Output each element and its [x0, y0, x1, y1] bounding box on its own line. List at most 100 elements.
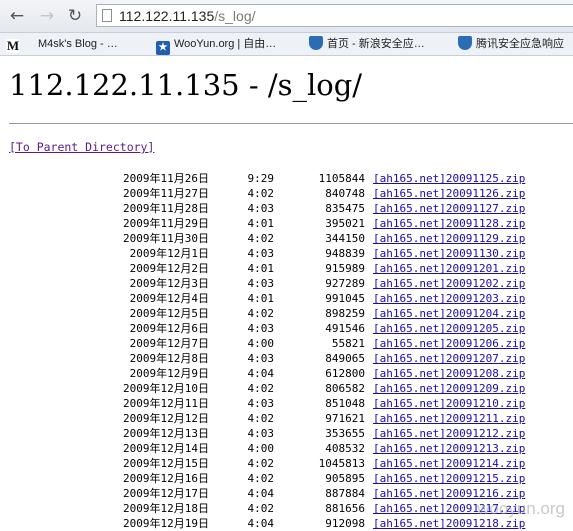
file-link[interactable]: [ah165.net]20091129.zip: [373, 231, 525, 246]
shield-icon: [458, 36, 472, 50]
file-link[interactable]: [ah165.net]20091211.zip: [373, 411, 525, 426]
file-size: 1105844: [318, 172, 365, 185]
file-link[interactable]: [ah165.net]20091125.zip: [373, 171, 525, 186]
file-row: 2009年11月30日 4:02 344150 [ah165.net]20091129…: [9, 231, 569, 246]
file-date: 2009年12月14日: [123, 442, 209, 455]
file-date: 2009年12月3日: [129, 277, 209, 290]
file-link[interactable]: [ah165.net]20091127.zip: [373, 201, 525, 216]
file-date: 2009年12月15日: [123, 457, 209, 470]
file-size: 849065: [325, 352, 365, 365]
browser-toolbar: ← → ↻ 112.122.11.135/s_log/: [0, 0, 573, 33]
file-row: 2009年12月6日 4:03 491546 [ah165.net]20091205.…: [9, 321, 569, 336]
file-link[interactable]: [ah165.net]20091205.zip: [373, 321, 525, 336]
file-time: 4:03: [247, 247, 275, 260]
file-size: 927289: [325, 277, 365, 290]
file-row: 2009年12月8日 4:03 849065 [ah165.net]20091207.…: [9, 351, 569, 366]
bookmark-sina-security[interactable]: 首页 - 新浪安全应…: [309, 36, 425, 52]
file-date: 2009年11月30日: [123, 232, 209, 245]
file-date: 2009年12月16日: [123, 472, 209, 485]
file-date: 2009年12月11日: [123, 397, 209, 410]
file-row: 2009年12月11日 4:03 851048 [ah165.net]20091210…: [9, 396, 569, 411]
file-size: 353655: [325, 427, 365, 440]
file-row: 2009年12月5日 4:02 898259 [ah165.net]20091204.…: [9, 306, 569, 321]
file-time: 4:02: [247, 382, 275, 395]
file-size: 905895: [325, 472, 365, 485]
file-row: 2009年12月2日 4:01 915989 [ah165.net]20091201.…: [9, 261, 569, 276]
file-size: 612800: [325, 367, 365, 380]
file-time: 4:03: [247, 352, 275, 365]
file-link[interactable]: [ah165.net]20091201.zip: [373, 261, 525, 276]
file-row: 2009年12月7日 4:00 55821 [ah165.net]20091206.z…: [9, 336, 569, 351]
file-date: 2009年12月2日: [129, 262, 209, 275]
file-size: 912098: [325, 517, 365, 530]
file-link[interactable]: [ah165.net]20091215.zip: [373, 471, 525, 486]
file-time: 4:02: [247, 472, 275, 485]
file-size: 55821: [331, 337, 365, 350]
file-time: 4:01: [247, 292, 275, 305]
file-date: 2009年12月4日: [129, 292, 209, 305]
bookmark-label: 腾讯安全应急响应: [476, 38, 564, 50]
file-row: 2009年12月14日 4:00 408532 [ah165.net]20091213…: [9, 441, 569, 456]
file-link[interactable]: [ah165.net]20091203.zip: [373, 291, 525, 306]
file-date: 2009年11月27日: [123, 187, 209, 200]
file-link[interactable]: [ah165.net]20091212.zip: [373, 426, 525, 441]
file-time: 4:04: [247, 367, 275, 380]
bookmarks-bar: M M4sk's Blog - … ★ WooYun.org | 自由… 首页 - …: [0, 33, 573, 56]
file-link[interactable]: [ah165.net]20091128.zip: [373, 216, 525, 231]
address-bar[interactable]: 112.122.11.135/s_log/: [96, 4, 573, 27]
file-size: 948839: [325, 247, 365, 260]
file-time: 4:02: [247, 457, 275, 470]
file-link[interactable]: [ah165.net]20091213.zip: [373, 441, 525, 456]
file-time: 4:00: [247, 442, 275, 455]
file-time: 4:02: [247, 502, 275, 515]
file-link[interactable]: [ah165.net]20091207.zip: [373, 351, 525, 366]
parent-directory-link[interactable]: [To Parent Directory]: [9, 140, 154, 154]
file-date: 2009年12月19日: [123, 517, 209, 530]
back-arrow-icon[interactable]: ←: [6, 5, 28, 27]
file-link[interactable]: [ah165.net]20091209.zip: [373, 381, 525, 396]
bookmark-label: M4sk's Blog - …: [38, 38, 118, 50]
bookmark-tencent-security[interactable]: 腾讯安全应急响应: [458, 36, 564, 52]
file-row: 2009年12月10日 4:02 806582 [ah165.net]20091209…: [9, 381, 569, 396]
file-link[interactable]: [ah165.net]20091210.zip: [373, 396, 525, 411]
file-time: 4:03: [247, 427, 275, 440]
file-row: 2009年11月26日 9:29 1105844 [ah165.net]2009112…: [9, 171, 569, 186]
file-row: 2009年11月27日 4:02 840748 [ah165.net]20091126…: [9, 186, 569, 201]
file-date: 2009年12月12日: [123, 412, 209, 425]
file-link[interactable]: [ah165.net]20091206.zip: [373, 336, 525, 351]
file-date: 2009年11月26日: [123, 172, 209, 185]
file-link[interactable]: [ah165.net]20091208.zip: [373, 366, 525, 381]
file-date: 2009年11月29日: [123, 217, 209, 230]
file-size: 915989: [325, 262, 365, 275]
file-size: 344150: [325, 232, 365, 245]
file-link[interactable]: [ah165.net]20091202.zip: [373, 276, 525, 291]
file-size: 887884: [325, 487, 365, 500]
file-time: 4:00: [247, 337, 275, 350]
reload-icon[interactable]: ↻: [64, 5, 86, 27]
file-time: 4:02: [247, 307, 275, 320]
page-title: 112.122.11.135 - /s_log/: [9, 68, 363, 102]
file-time: 4:03: [247, 202, 275, 215]
file-link[interactable]: [ah165.net]20091126.zip: [373, 186, 525, 201]
url-text[interactable]: 112.122.11.135/s_log/: [119, 8, 256, 24]
bookmark-m4sk[interactable]: M M4sk's Blog - …: [6, 36, 118, 53]
file-time: 4:04: [247, 487, 275, 500]
bookmark-label: WooYun.org | 自由…: [174, 38, 277, 50]
file-time: 4:01: [247, 262, 275, 275]
watermark: wooyun.org: [477, 499, 565, 518]
file-time: 4:02: [247, 187, 275, 200]
file-date: 2009年12月9日: [129, 367, 209, 380]
file-time: 4:04: [247, 517, 275, 530]
file-link[interactable]: [ah165.net]20091204.zip: [373, 306, 525, 321]
bookmark-wooyun[interactable]: ★ WooYun.org | 自由…: [156, 36, 277, 55]
file-link[interactable]: [ah165.net]20091214.zip: [373, 456, 525, 471]
file-row: 2009年12月12日 4:02 971621 [ah165.net]20091211…: [9, 411, 569, 426]
file-link[interactable]: [ah165.net]20091130.zip: [373, 246, 525, 261]
file-date: 2009年12月1日: [129, 247, 209, 260]
file-row: 2009年12月3日 4:03 927289 [ah165.net]20091202.…: [9, 276, 569, 291]
file-size: 881656: [325, 502, 365, 515]
forward-arrow-icon[interactable]: →: [36, 5, 58, 27]
file-size: 806582: [325, 382, 365, 395]
page-icon: [102, 9, 112, 22]
url-host: 112.122.11.135: [119, 8, 215, 24]
